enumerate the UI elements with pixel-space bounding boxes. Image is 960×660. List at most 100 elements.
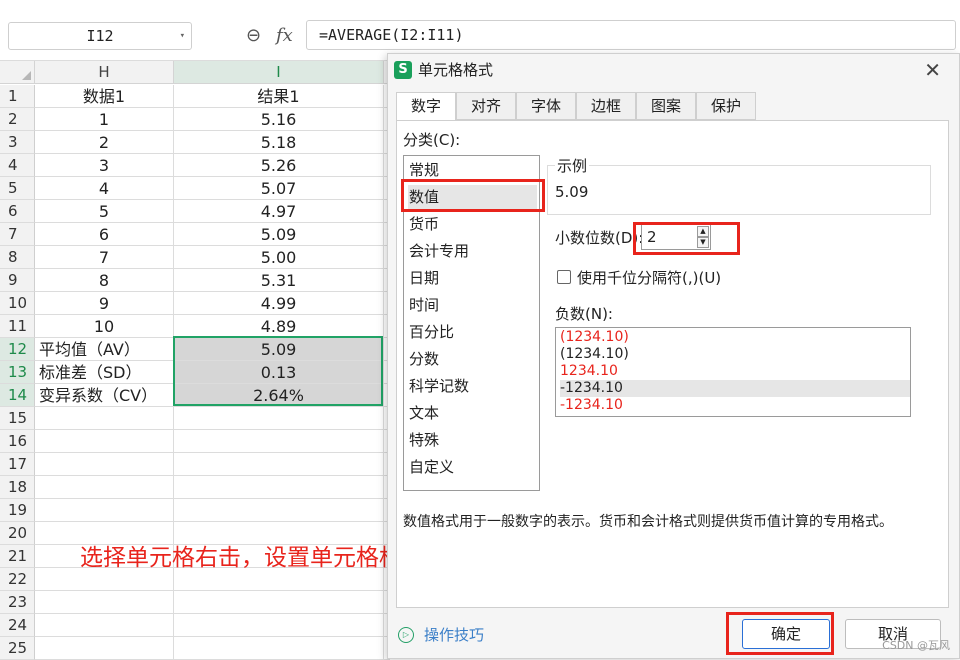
row-header[interactable]: 18	[0, 476, 35, 499]
row-header[interactable]: 13	[0, 361, 35, 384]
row-header[interactable]: 6	[0, 200, 35, 223]
select-all-corner[interactable]	[0, 61, 35, 84]
row-header[interactable]: 17	[0, 453, 35, 476]
cell-h[interactable]: 7	[35, 246, 174, 269]
cell-h[interactable]	[35, 637, 174, 660]
category-item-number[interactable]: 数值	[408, 185, 537, 210]
tab-font[interactable]: 字体	[516, 92, 576, 120]
category-item-general[interactable]: 常规	[408, 158, 537, 183]
tab-protection[interactable]: 保护	[696, 92, 756, 120]
cell-i[interactable]: 4.99	[174, 292, 384, 315]
cell-h[interactable]	[35, 407, 174, 430]
tab-pattern[interactable]: 图案	[636, 92, 696, 120]
cell-h[interactable]: 4	[35, 177, 174, 200]
row-header[interactable]: 19	[0, 499, 35, 522]
thousands-separator-label[interactable]: 使用千位分隔符(,)(U)	[577, 269, 721, 287]
row-header[interactable]: 2	[0, 108, 35, 131]
category-item-percentage[interactable]: 百分比	[408, 320, 537, 345]
cell-i[interactable]	[174, 476, 384, 499]
cell-i[interactable]: 5.09	[174, 338, 384, 361]
cell-i[interactable]: 结果1	[174, 85, 384, 108]
tab-alignment[interactable]: 对齐	[456, 92, 516, 120]
cell-h[interactable]: 1	[35, 108, 174, 131]
cell-h[interactable]	[35, 430, 174, 453]
category-item-date[interactable]: 日期	[408, 266, 537, 291]
cell-i[interactable]	[174, 499, 384, 522]
cell-h[interactable]: 9	[35, 292, 174, 315]
cell-h[interactable]	[35, 614, 174, 637]
column-header-h[interactable]: H	[35, 61, 174, 84]
decimal-places-stepper[interactable]: 2 ▲ ▼	[641, 224, 711, 250]
cell-h[interactable]	[35, 499, 174, 522]
cell-i[interactable]: 4.89	[174, 315, 384, 338]
fx-icon[interactable]: fx	[276, 22, 293, 50]
negative-format-item[interactable]: (1234.10)	[560, 329, 910, 346]
category-item-time[interactable]: 时间	[408, 293, 537, 318]
negative-format-item[interactable]: 1234.10	[560, 363, 910, 380]
cell-h[interactable]: 数据1	[35, 85, 174, 108]
category-item-custom[interactable]: 自定义	[408, 455, 537, 480]
cell-h[interactable]	[35, 476, 174, 499]
cell-h[interactable]: 3	[35, 154, 174, 177]
cell-h[interactable]: 8	[35, 269, 174, 292]
chevron-down-icon[interactable]: ▾	[180, 23, 185, 49]
zoom-out-icon[interactable]: ⊖	[246, 22, 261, 50]
cell-i[interactable]: 5.16	[174, 108, 384, 131]
category-item-currency[interactable]: 货币	[408, 212, 537, 237]
row-header[interactable]: 7	[0, 223, 35, 246]
close-icon[interactable]: ✕	[924, 54, 941, 86]
row-header[interactable]: 10	[0, 292, 35, 315]
row-header[interactable]: 16	[0, 430, 35, 453]
row-header[interactable]: 8	[0, 246, 35, 269]
cell-i[interactable]: 5.26	[174, 154, 384, 177]
negative-format-item[interactable]: -1234.10	[560, 397, 910, 414]
tab-border[interactable]: 边框	[576, 92, 636, 120]
dialog-titlebar[interactable]: S 单元格格式 ✕	[388, 54, 959, 86]
row-header[interactable]: 15	[0, 407, 35, 430]
cell-i[interactable]	[174, 453, 384, 476]
negative-format-item[interactable]: (1234.10)	[560, 346, 910, 363]
spin-down-icon[interactable]: ▼	[697, 237, 709, 248]
category-list[interactable]: 常规 数值 货币 会计专用 日期 时间 百分比 分数 科学记数 文本 特殊 自定…	[403, 155, 540, 491]
spin-up-icon[interactable]: ▲	[697, 226, 709, 237]
row-header[interactable]: 25	[0, 637, 35, 660]
cell-i[interactable]: 2.64%	[174, 384, 384, 407]
category-item-fraction[interactable]: 分数	[408, 347, 537, 372]
cell-h[interactable]: 标准差（SD）	[35, 361, 174, 384]
cell-i[interactable]: 5.18	[174, 131, 384, 154]
cell-i[interactable]	[174, 591, 384, 614]
name-box[interactable]: I12 ▾	[8, 22, 192, 50]
ok-button[interactable]: 确定	[742, 619, 830, 649]
thousands-separator-checkbox[interactable]	[557, 270, 571, 284]
cell-i[interactable]: 5.31	[174, 269, 384, 292]
category-item-accounting[interactable]: 会计专用	[408, 239, 537, 264]
cell-h[interactable]: 6	[35, 223, 174, 246]
cell-i[interactable]: 0.13	[174, 361, 384, 384]
cell-i[interactable]: 5.07	[174, 177, 384, 200]
row-header[interactable]: 14	[0, 384, 35, 407]
tab-number[interactable]: 数字	[396, 92, 456, 121]
decimal-places-value[interactable]: 2	[647, 225, 657, 249]
cell-i[interactable]: 5.00	[174, 246, 384, 269]
category-item-scientific[interactable]: 科学记数	[408, 374, 537, 399]
row-header[interactable]: 22	[0, 568, 35, 591]
negative-format-item[interactable]: -1234.10	[560, 380, 910, 397]
row-header[interactable]: 23	[0, 591, 35, 614]
cell-i[interactable]: 4.97	[174, 200, 384, 223]
row-header[interactable]: 12	[0, 338, 35, 361]
row-header[interactable]: 21	[0, 545, 35, 568]
row-header[interactable]: 20	[0, 522, 35, 545]
category-item-special[interactable]: 特殊	[408, 428, 537, 453]
row-header[interactable]: 11	[0, 315, 35, 338]
row-header[interactable]: 4	[0, 154, 35, 177]
cell-h[interactable]: 2	[35, 131, 174, 154]
cell-h[interactable]	[35, 453, 174, 476]
row-header[interactable]: 5	[0, 177, 35, 200]
row-header[interactable]: 3	[0, 131, 35, 154]
cell-h[interactable]	[35, 591, 174, 614]
cell-h[interactable]: 变异系数（CV）	[35, 384, 174, 407]
cell-h[interactable]: 5	[35, 200, 174, 223]
category-item-text[interactable]: 文本	[408, 401, 537, 426]
cell-i[interactable]	[174, 614, 384, 637]
formula-input[interactable]: =AVERAGE(I2:I11)	[306, 20, 956, 50]
